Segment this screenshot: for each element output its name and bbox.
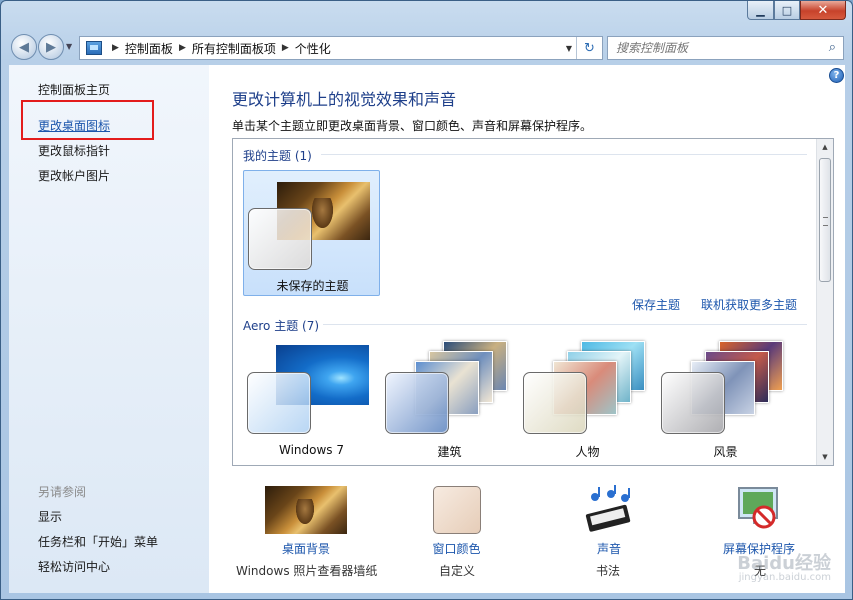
recent-pages-dropdown-icon[interactable]: ▼ (66, 42, 72, 51)
my-themes-heading: 我的主题 (1) (243, 149, 312, 163)
screen-saver-icon (738, 487, 778, 529)
window-color-swatch (433, 486, 481, 534)
scroll-up-icon[interactable]: ▲ (817, 139, 833, 155)
theme-label: 未保存的主题 (276, 279, 349, 293)
scrollbar-thumb[interactable] (819, 158, 831, 282)
theme-label: 建筑 (437, 445, 462, 459)
address-bar[interactable]: ▶ 控制面板 ▶ 所有控制面板项 ▶ 个性化 ▼ ↻ (79, 36, 603, 60)
search-box: ⌕ (607, 36, 844, 60)
save-theme-link[interactable]: 保存主题 (632, 296, 680, 313)
minimize-button[interactable]: ▁ (747, 1, 774, 20)
search-input[interactable] (608, 37, 808, 59)
group-divider (321, 154, 807, 155)
theme-tile-architecture[interactable]: 建筑 (381, 339, 518, 465)
get-more-themes-link[interactable]: 联机获取更多主题 (701, 296, 797, 313)
search-icon[interactable]: ⌕ (829, 40, 836, 55)
maximize-button[interactable]: □ (774, 1, 800, 20)
address-dropdown-icon[interactable]: ▼ (566, 44, 572, 53)
theme-tile-windows7[interactable]: Windows 7 (243, 339, 380, 465)
aero-themes-heading: Aero 主题 (7) (243, 319, 320, 333)
theme-color-swatch (661, 372, 725, 434)
theme-label: Windows 7 (278, 443, 344, 457)
minimize-icon: ▁ (756, 3, 765, 17)
see-also-display[interactable]: 显示 (38, 508, 62, 525)
page-title: 更改计算机上的视觉效果和声音 (232, 90, 457, 109)
back-arrow-icon: ◀ (19, 39, 29, 55)
watermark-url: jingyan.baidu.com (738, 572, 831, 583)
chevron-right-icon[interactable]: ▶ (179, 43, 186, 53)
desktop-background-thumbnail (265, 486, 347, 534)
left-pane: 控制面板主页 更改桌面图标 更改鼠标指针 更改帐户图片 另请参阅 显示 任务栏和… (9, 65, 209, 593)
desktop-background-link[interactable]: 桌面背景 (241, 540, 371, 557)
theme-color-swatch (248, 208, 312, 270)
see-also-ease-of-access[interactable]: 轻松访问中心 (38, 558, 110, 575)
theme-list-scrollbar[interactable]: ▲ ▼ (816, 139, 833, 465)
theme-color-swatch (247, 372, 311, 434)
theme-tile-unsaved[interactable]: 未保存的主题 (243, 170, 380, 296)
back-button[interactable]: ◀ (11, 34, 37, 60)
breadcrumb-all-items[interactable]: 所有控制面板项 (192, 40, 276, 57)
close-icon: ✕ (817, 2, 829, 18)
window-color-value: 自定义 (439, 564, 476, 578)
sidebar-item-change-mouse-pointers[interactable]: 更改鼠标指针 (38, 142, 110, 159)
theme-tile-characters[interactable]: 人物 (519, 339, 656, 465)
help-icon: ? (833, 70, 840, 81)
sounds-link[interactable]: 声音 (569, 540, 649, 557)
baidu-watermark: Baidu经验 jingyan.baidu.com (737, 555, 831, 583)
window-color-link[interactable]: 窗口颜色 (409, 540, 504, 557)
theme-list: 我的主题 (1) 未保存的主题 保存主题 联机获取更多主题 Aero 主题 (7… (232, 138, 834, 466)
main-pane: ? 更改计算机上的视觉效果和声音 单击某个主题立即更改桌面背景、窗口颜色、声音和… (209, 65, 845, 593)
sidebar-home-link[interactable]: 控制面板主页 (38, 81, 110, 98)
theme-color-swatch (523, 372, 587, 434)
personalization-window: ▁ □ ✕ ◀ ▶ ▼ ▶ 控制面板 ▶ 所有控制面板项 ▶ 个性化 ▼ ↻ ⌕… (0, 0, 853, 600)
forward-arrow-icon: ▶ (46, 39, 56, 55)
group-divider (323, 324, 807, 325)
theme-label: 人物 (575, 445, 600, 459)
maximize-icon: □ (781, 3, 793, 17)
see-also-heading: 另请参阅 (38, 485, 87, 499)
address-row: ◀ ▶ ▼ ▶ 控制面板 ▶ 所有控制面板项 ▶ 个性化 ▼ ↻ ⌕ (9, 33, 844, 60)
theme-color-swatch (385, 372, 449, 434)
theme-tile-landscapes[interactable]: 风景 (657, 339, 794, 465)
control-panel-icon (86, 41, 102, 55)
refresh-button[interactable]: ↻ (576, 37, 602, 59)
refresh-icon: ↻ (584, 40, 595, 56)
watermark-text: Baidu经验 (737, 553, 831, 574)
close-button[interactable]: ✕ (800, 1, 846, 20)
caption-buttons: ▁ □ ✕ (747, 1, 846, 20)
sounds-icon (585, 485, 631, 532)
chevron-right-icon[interactable]: ▶ (282, 43, 289, 53)
page-subtitle: 单击某个主题立即更改桌面背景、窗口颜色、声音和屏幕保护程序。 (232, 119, 593, 133)
chevron-right-icon[interactable]: ▶ (112, 43, 119, 53)
see-also-taskbar[interactable]: 任务栏和「开始」菜单 (38, 533, 158, 550)
sidebar-item-change-desktop-icons[interactable]: 更改桌面图标 (38, 117, 110, 134)
desktop-background-value: Windows 照片查看器墙纸 (236, 564, 378, 578)
scroll-down-icon[interactable]: ▼ (817, 449, 833, 465)
help-button[interactable]: ? (829, 68, 844, 83)
forward-button[interactable]: ▶ (38, 34, 64, 60)
theme-label: 风景 (713, 445, 738, 459)
sidebar-item-change-account-picture[interactable]: 更改帐户图片 (38, 167, 110, 184)
sounds-value: 书法 (596, 564, 621, 578)
breadcrumb-personalization[interactable]: 个性化 (295, 40, 331, 57)
breadcrumb-control-panel[interactable]: 控制面板 (125, 40, 173, 57)
